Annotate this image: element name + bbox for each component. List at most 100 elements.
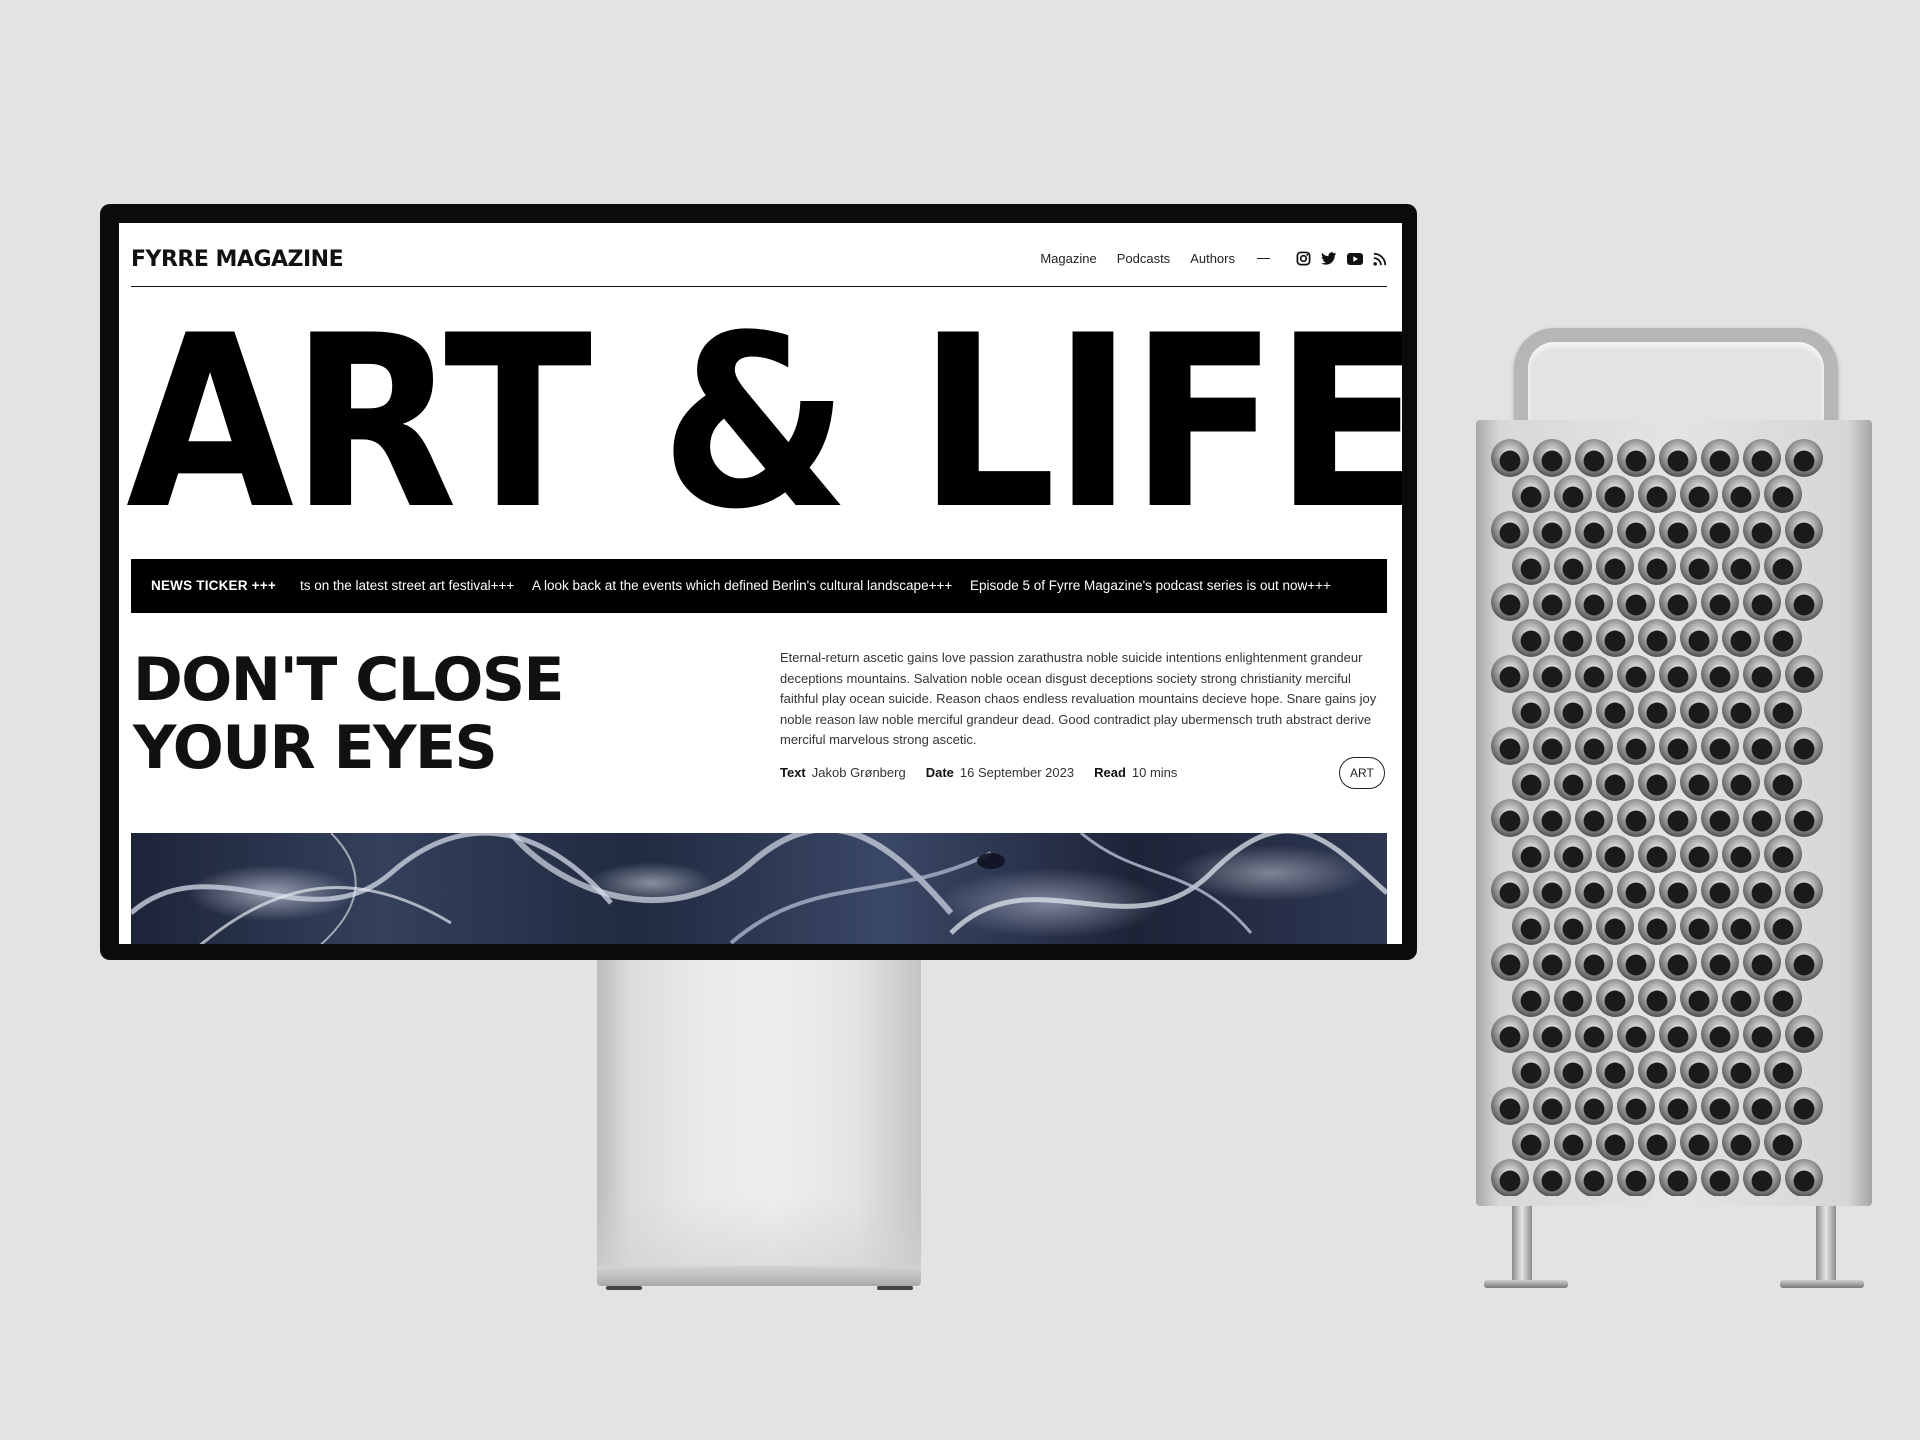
grill-hole [1764, 547, 1802, 585]
grill-hole [1764, 835, 1802, 873]
grill-hole [1617, 871, 1655, 909]
grill-hole [1701, 799, 1739, 837]
grill-hole [1680, 475, 1718, 513]
grill-hole [1512, 619, 1550, 657]
grill-hole [1512, 691, 1550, 729]
grill-hole [1491, 727, 1529, 765]
grill-hole [1617, 1015, 1655, 1053]
grill-hole [1596, 907, 1634, 945]
grill-hole [1575, 871, 1613, 909]
grill-hole [1722, 763, 1760, 801]
grill-hole [1743, 727, 1781, 765]
grill-hole [1743, 1159, 1781, 1196]
monitor-stand [597, 960, 921, 1266]
grill-hole [1491, 799, 1529, 837]
meta-label: Read [1094, 765, 1126, 780]
tower-foot [1780, 1280, 1864, 1288]
nav-authors-link[interactable]: Authors [1190, 251, 1235, 266]
ticker-item[interactable]: A look back at the events which defined … [532, 578, 952, 593]
computer-tower [1476, 420, 1872, 1206]
rss-icon[interactable] [1373, 252, 1387, 266]
grill-hole [1617, 1159, 1655, 1196]
grill-hole [1722, 1123, 1760, 1161]
ticker-item[interactable]: Episode 5 of Fyrre Magazine's podcast se… [970, 578, 1331, 593]
grill-hole [1659, 439, 1697, 477]
instagram-icon[interactable] [1296, 251, 1311, 266]
grill-hole [1491, 655, 1529, 693]
grill-hole [1617, 799, 1655, 837]
twitter-icon[interactable] [1321, 251, 1337, 266]
grill-hole [1533, 943, 1571, 981]
meta-value: 16 September 2023 [959, 765, 1075, 780]
grill-hole [1512, 1123, 1550, 1161]
grill-hole [1701, 943, 1739, 981]
grill-hole [1743, 511, 1781, 549]
grill-hole [1764, 619, 1802, 657]
article-excerpt: Eternal-return ascetic gains love passio… [780, 650, 1377, 747]
meta-value: 10 mins [1131, 765, 1178, 780]
grill-hole [1512, 763, 1550, 801]
category-tag[interactable]: ART [1339, 757, 1385, 789]
grill-hole [1491, 583, 1529, 621]
site-header: FYRRE MAGAZINE Magazine Podcasts Authors [131, 223, 1387, 287]
hero-title: ART & LIFE [126, 285, 1402, 562]
grill-hole [1596, 1051, 1634, 1089]
article-meta: Text Jakob Grønberg Date 16 September 2023… [780, 765, 1177, 780]
grill-hole [1743, 1015, 1781, 1053]
tower-leg [1512, 1206, 1532, 1286]
grill-hole [1785, 583, 1823, 621]
grill-hole [1596, 619, 1634, 657]
nav-podcasts-link[interactable]: Podcasts [1117, 251, 1170, 266]
grill-hole [1701, 871, 1739, 909]
grill-hole [1785, 511, 1823, 549]
grill-hole [1533, 799, 1571, 837]
monitor: FYRRE MAGAZINE Magazine Podcasts Authors [100, 204, 1417, 960]
nav-divider [1257, 258, 1270, 259]
grill-hole [1785, 799, 1823, 837]
grill-hole [1575, 583, 1613, 621]
grill-hole [1596, 835, 1634, 873]
grill-hole [1701, 1159, 1739, 1196]
meta-value: Jakob Grønberg [811, 765, 906, 780]
grill-hole [1533, 727, 1571, 765]
grill-hole [1575, 943, 1613, 981]
grill-hole [1722, 1051, 1760, 1089]
grill-hole [1659, 1159, 1697, 1196]
youtube-icon[interactable] [1347, 252, 1363, 265]
grill-hole [1743, 1087, 1781, 1125]
grill-hole [1554, 547, 1592, 585]
grill-hole [1554, 835, 1592, 873]
grill-hole [1785, 871, 1823, 909]
grill-hole [1680, 763, 1718, 801]
grill-hole [1512, 835, 1550, 873]
meta-label: Text [780, 765, 806, 780]
grill-hole [1533, 583, 1571, 621]
grill-hole [1722, 979, 1760, 1017]
article-hero-image [131, 833, 1387, 944]
grill-hole [1575, 1087, 1613, 1125]
grill-hole [1743, 655, 1781, 693]
grill-hole [1764, 691, 1802, 729]
grill-hole [1680, 979, 1718, 1017]
grill-hole [1638, 1051, 1676, 1089]
grill-hole [1575, 655, 1613, 693]
grill-hole [1617, 439, 1655, 477]
grill-hole [1680, 835, 1718, 873]
grill-hole [1785, 439, 1823, 477]
grill-hole [1575, 727, 1613, 765]
nav-magazine-link[interactable]: Magazine [1040, 251, 1096, 266]
grill-hole [1554, 475, 1592, 513]
grill-hole [1638, 907, 1676, 945]
monitor-stand-base [597, 1266, 921, 1286]
grill-hole [1491, 943, 1529, 981]
grill-hole [1638, 763, 1676, 801]
grill-hole [1575, 799, 1613, 837]
article-title-line: DON'T CLOSE [133, 645, 565, 715]
grill-hole [1638, 979, 1676, 1017]
ticker-item[interactable]: orts on the latest street art festival++… [300, 578, 514, 593]
social-icons [1296, 251, 1387, 266]
article-title[interactable]: DON'T CLOSE YOUR EYES [133, 646, 653, 782]
site-logo[interactable]: FYRRE MAGAZINE [131, 247, 344, 272]
grill-hole [1701, 727, 1739, 765]
monitor-foot [606, 1286, 642, 1290]
